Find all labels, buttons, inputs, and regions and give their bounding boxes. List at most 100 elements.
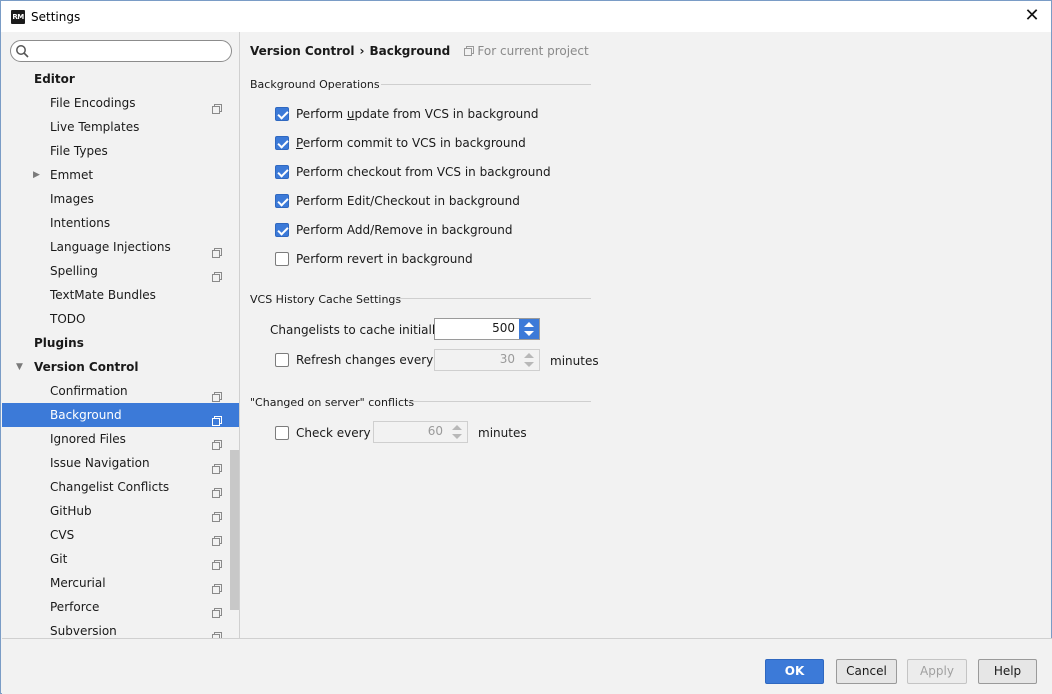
sidebar-item-github[interactable]: GitHub: [2, 499, 239, 523]
sidebar-item-label: File Types: [50, 144, 108, 158]
label-text: erform commit to VCS in background: [302, 136, 526, 150]
background-option-3[interactable]: Perform Edit/Checkout in background: [275, 191, 520, 211]
changelists-value[interactable]: 500: [492, 321, 515, 335]
sidebar-item-version-control[interactable]: ▼ Version Control: [2, 355, 239, 379]
sidebar-scrollbar[interactable]: [230, 450, 239, 610]
background-option-checkbox[interactable]: [275, 136, 289, 150]
spin-down-icon[interactable]: [452, 434, 462, 439]
spinner-arrows[interactable]: [519, 350, 539, 370]
background-option-5[interactable]: Perform revert in background: [275, 249, 473, 269]
project-scope-text: For current project: [477, 44, 589, 58]
window-title: Settings: [31, 9, 81, 24]
background-option-label[interactable]: Perform Add/Remove in background: [296, 223, 512, 237]
sidebar-item-images[interactable]: Images: [2, 187, 239, 211]
spin-down-icon[interactable]: [524, 362, 534, 367]
project-scope-icon: [212, 458, 222, 474]
sidebar-item-changelist-conflicts[interactable]: Changelist Conflicts: [2, 475, 239, 499]
sidebar-item-label: Changelist Conflicts: [50, 480, 170, 494]
sidebar-item-cvs[interactable]: CVS: [2, 523, 239, 547]
sidebar-item-background[interactable]: Background: [2, 403, 239, 427]
background-option-checkbox[interactable]: [275, 165, 289, 179]
sidebar-item-file-types[interactable]: File Types: [2, 139, 239, 163]
dialog-footer: OK Cancel Apply Help: [2, 638, 1052, 694]
changelists-spinner[interactable]: 500: [434, 318, 540, 340]
sidebar-item-label: Git: [50, 552, 68, 566]
close-button[interactable]: ✕: [1021, 6, 1043, 28]
expand-arrow-icon[interactable]: ▼: [16, 355, 23, 379]
refresh-changes-label[interactable]: Refresh changes every: [296, 353, 433, 367]
sidebar-item-perforce[interactable]: Perforce: [2, 595, 239, 619]
sidebar-item-label: Ignored Files: [50, 432, 126, 446]
changelists-label: Changelists to cache initially:: [270, 323, 446, 337]
sidebar-item-plugins[interactable]: Plugins: [2, 331, 239, 355]
check-every-checkbox[interactable]: [275, 426, 289, 440]
settings-sidebar: Editor File Encodings Live Templates File T…: [2, 32, 240, 638]
refresh-changes-row[interactable]: Refresh changes every: [275, 350, 433, 370]
background-option-0[interactable]: Perform update from VCS in background: [275, 104, 539, 124]
background-option-label[interactable]: Perform checkout from VCS in background: [296, 165, 551, 179]
sidebar-item-subversion[interactable]: Subversion: [2, 619, 239, 638]
sidebar-item-editor[interactable]: Editor: [2, 67, 239, 91]
help-button[interactable]: Help: [978, 659, 1037, 684]
background-option-checkbox[interactable]: [275, 223, 289, 237]
check-interval-value[interactable]: 60: [428, 424, 443, 438]
spin-up-icon[interactable]: [524, 353, 534, 358]
sidebar-item-label: Version Control: [34, 360, 139, 374]
sidebar-item-textmate-bundles[interactable]: TextMate Bundles: [2, 283, 239, 307]
background-option-label[interactable]: Perform revert in background: [296, 252, 473, 266]
app-logo-icon: RM: [11, 9, 25, 24]
sidebar-item-mercurial[interactable]: Mercurial: [2, 571, 239, 595]
spin-up-icon[interactable]: [524, 322, 534, 327]
background-option-checkbox[interactable]: [275, 194, 289, 208]
sidebar-item-label: Intentions: [50, 216, 111, 230]
refresh-interval-value[interactable]: 30: [500, 352, 515, 366]
spinner-arrows[interactable]: [519, 319, 539, 339]
sidebar-item-issue-navigation[interactable]: Issue Navigation: [2, 451, 239, 475]
sidebar-item-label: Editor: [34, 72, 75, 86]
check-every-label[interactable]: Check every: [296, 426, 371, 440]
sidebar-item-label: Confirmation: [50, 384, 128, 398]
sidebar-item-live-templates[interactable]: Live Templates: [2, 115, 239, 139]
sidebar-item-spelling[interactable]: Spelling: [2, 259, 239, 283]
collapse-arrow-icon[interactable]: ▶: [33, 163, 40, 187]
project-scope-icon: [212, 410, 222, 426]
ok-button[interactable]: OK: [765, 659, 824, 684]
sidebar-item-confirmation[interactable]: Confirmation: [2, 379, 239, 403]
check-every-row[interactable]: Check every: [275, 423, 371, 443]
search-input[interactable]: [33, 43, 223, 59]
spin-down-icon[interactable]: [524, 331, 534, 336]
apply-button[interactable]: Apply: [907, 659, 967, 684]
background-option-label[interactable]: Perform update from VCS in background: [296, 107, 539, 121]
sidebar-item-label: GitHub: [50, 504, 92, 518]
background-option-checkbox[interactable]: [275, 252, 289, 266]
spin-up-icon[interactable]: [452, 425, 462, 430]
cache-settings-title: VCS History Cache Settings: [250, 293, 402, 306]
background-option-label[interactable]: Perform commit to VCS in background: [296, 136, 526, 150]
group-separator: [394, 298, 591, 299]
cancel-button[interactable]: Cancel: [836, 659, 897, 684]
settings-search[interactable]: [10, 40, 232, 62]
sidebar-item-emmet[interactable]: ▶ Emmet: [2, 163, 239, 187]
sidebar-item-intentions[interactable]: Intentions: [2, 211, 239, 235]
refresh-interval-spinner[interactable]: 30: [434, 349, 540, 371]
background-option-4[interactable]: Perform Add/Remove in background: [275, 220, 512, 240]
breadcrumb-parent[interactable]: Version Control: [250, 44, 355, 58]
sidebar-item-file-encodings[interactable]: File Encodings: [2, 91, 239, 115]
background-option-label[interactable]: Perform Edit/Checkout in background: [296, 194, 520, 208]
check-interval-spinner[interactable]: 60: [373, 421, 468, 443]
sidebar-item-label: TextMate Bundles: [50, 288, 156, 302]
spinner-arrows[interactable]: [447, 422, 467, 442]
sidebar-item-language-injections[interactable]: Language Injections: [2, 235, 239, 259]
sidebar-item-label: Images: [50, 192, 94, 206]
project-scope-icon: [212, 602, 222, 618]
background-operations-title: Background Operations: [250, 78, 380, 91]
background-option-1[interactable]: Perform commit to VCS in background: [275, 133, 526, 153]
background-option-checkbox[interactable]: [275, 107, 289, 121]
refresh-changes-checkbox[interactable]: [275, 353, 289, 367]
sidebar-item-git[interactable]: Git: [2, 547, 239, 571]
sidebar-item-label: Plugins: [34, 336, 84, 350]
sidebar-item-todo[interactable]: TODO: [2, 307, 239, 331]
label-text: Perform Add/Remove in background: [296, 223, 513, 237]
background-option-2[interactable]: Perform checkout from VCS in background: [275, 162, 551, 182]
sidebar-item-ignored-files[interactable]: Ignored Files: [2, 427, 239, 451]
